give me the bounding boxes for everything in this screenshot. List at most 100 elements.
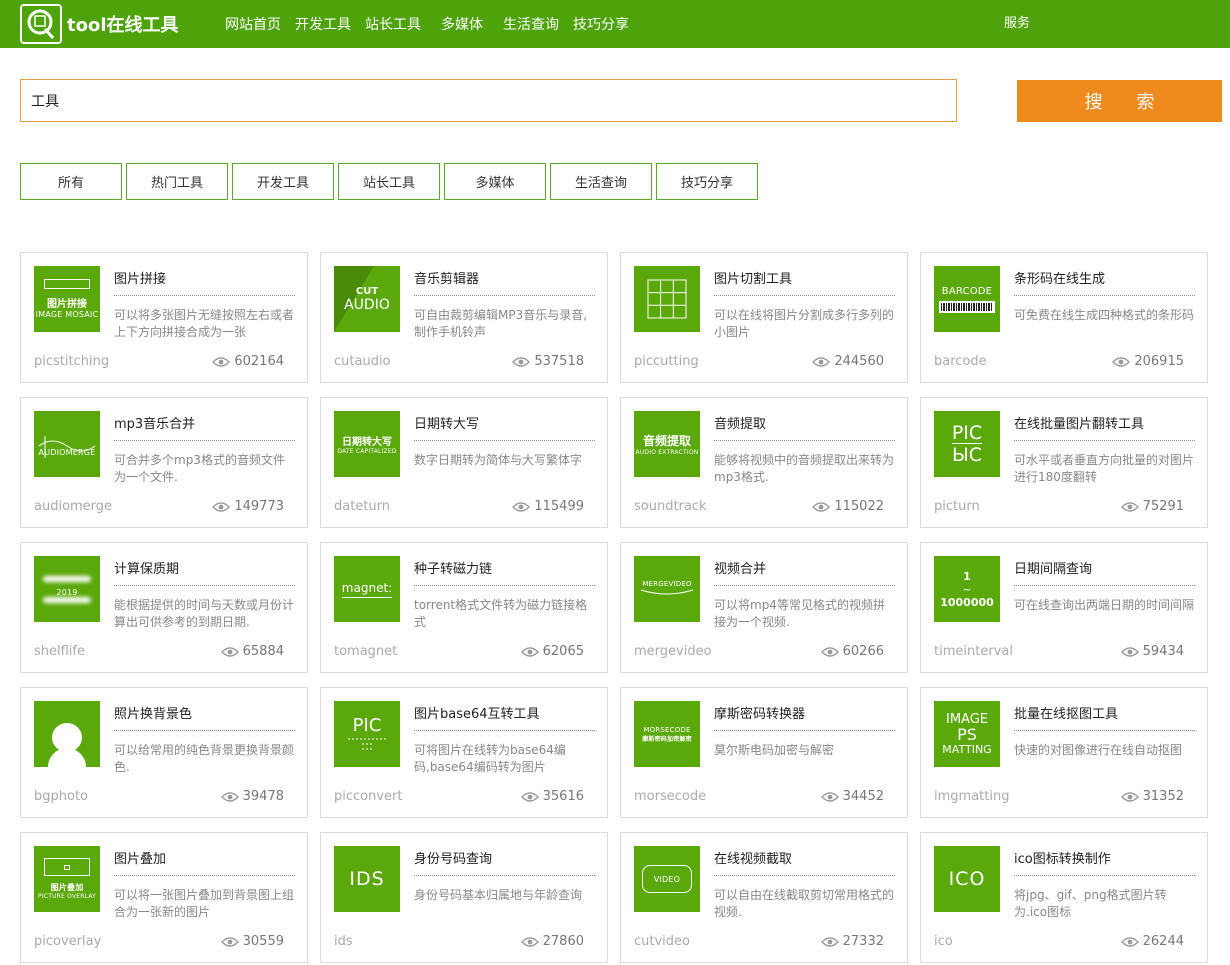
view-count-value: 65884 — [242, 644, 284, 659]
thumb-label: 1 — [963, 569, 971, 583]
view-count-value: 537518 — [534, 354, 584, 369]
site-logo[interactable]: tool在线工具 — [20, 4, 179, 44]
tool-card-picoverlay[interactable]: 图片叠加 PICTURE OVERLAY 图片叠加 可以将一张图片叠加到背景图上组合为… — [20, 832, 308, 963]
tool-card-picturn[interactable]: PIC ЫC 在线批量图片翻转工具 可水平或者垂直方向批量的对图片进行180度翻转 pi… — [920, 397, 1208, 528]
nav-dev-tools[interactable]: 开发工具 — [295, 14, 351, 34]
tool-title[interactable]: 日期转大写 — [414, 413, 479, 432]
thumb-label: 摩斯密码加密解密 — [642, 735, 692, 743]
divider — [1014, 585, 1195, 586]
thumb-label: DATE CAPITALIZED — [337, 448, 397, 455]
tool-card-barcode[interactable]: BARCODE 条形码在线生成 可免费在线生成四种格式的条形码 barcode 2069… — [920, 252, 1208, 383]
tool-title[interactable]: 视频合并 — [714, 558, 766, 577]
tool-slug: ids — [334, 934, 353, 949]
nav-home[interactable]: 网站首页 — [225, 14, 281, 34]
tool-card-audiomerge[interactable]: AUDIOMERGE mp3音乐合并 可合并多个mp3格式的音频文件为一个文件. au… — [20, 397, 308, 528]
divider — [1014, 295, 1195, 296]
nav-service[interactable]: 服务 — [1004, 12, 1030, 31]
divider — [114, 440, 295, 441]
tool-slug: cutvideo — [634, 934, 690, 949]
tool-card-soundtrack[interactable]: 音频提取 AUDIO EXTRACTION 音频提取 能够将视频中的音频提取出来转为m… — [620, 397, 908, 528]
tool-slug: dateturn — [334, 499, 391, 514]
tool-title[interactable]: ico图标转换制作 — [1014, 848, 1111, 867]
tool-card-cutvideo[interactable]: VIDEO 在线视频截取 可以自由在线截取剪切常用格式的视频. cutvideo 273… — [620, 832, 908, 963]
ids-icon: IDS — [334, 846, 400, 912]
tool-slug: picstitching — [34, 354, 110, 369]
tool-title[interactable]: 种子转磁力链 — [414, 558, 492, 577]
tool-card-ico[interactable]: ICO ico图标转换制作 将jpg、gif、png格式图片转为.ico图标 ico 2… — [920, 832, 1208, 963]
tool-card-ids[interactable]: IDS 身份号码查询 身份号码基本归属地与年龄查询 ids 27860 — [320, 832, 608, 963]
nav-webmaster-tools[interactable]: 站长工具 — [365, 14, 421, 34]
thumb-label: 图片拼接 — [47, 299, 87, 310]
eye-icon — [812, 501, 831, 512]
search-input[interactable]: 工具 — [20, 79, 957, 122]
view-count-value: 34452 — [842, 789, 884, 804]
view-count-value: 149773 — [234, 499, 284, 514]
tool-card-cutaudio[interactable]: CUT AUDIO 音乐剪辑器 可自由裁剪编辑MP3音乐与录音,制作手机铃声 cutau… — [320, 252, 608, 383]
eye-icon — [1120, 936, 1139, 947]
filter-webmaster-tools[interactable]: 站长工具 — [338, 163, 440, 200]
tool-title[interactable]: 图片叠加 — [114, 848, 166, 867]
thumb-label: ЫC — [951, 443, 983, 466]
tool-title[interactable]: 批量在线抠图工具 — [1014, 703, 1118, 722]
view-count-value: 26244 — [1142, 934, 1184, 949]
tool-title[interactable]: 图片切割工具 — [714, 268, 792, 287]
filter-dev-tools[interactable]: 开发工具 — [232, 163, 334, 200]
view-count-value: 27332 — [842, 934, 884, 949]
tool-title[interactable]: 在线视频截取 — [714, 848, 792, 867]
tool-card-timeinterval[interactable]: 1 ~1000000 日期间隔查询 可在线查询出两端日期的时间间隔 timeinterv… — [920, 542, 1208, 673]
tool-description: torrent格式文件转为磁力链接格式 — [414, 598, 588, 629]
tool-slug: imgmatting — [934, 789, 1010, 804]
morse-code-icon: MORSECODE 摩斯密码加密解密 — [634, 701, 700, 767]
tool-card-bgphoto[interactable]: 照片换背景色 可以给常用的纯色背景更换背景颜色. bgphoto 39478 — [20, 687, 308, 818]
divider — [714, 875, 895, 876]
nav-multimedia[interactable]: 多媒体 — [441, 14, 483, 34]
eye-icon — [520, 646, 539, 657]
eye-icon — [512, 501, 531, 512]
eye-icon — [220, 646, 239, 657]
tool-card-picstitching[interactable]: 图片拼接 IMAGE MOSAIC 图片拼接 可以将多张图片无缝按照左右或者上下方向拼… — [20, 252, 308, 383]
tool-title[interactable]: 摩斯密码转换器 — [714, 703, 805, 722]
tool-card-mergevideo[interactable]: MERGEVIDEO 视频合并 可以将mp4等常见格式的视频拼接为一个视频. merg… — [620, 542, 908, 673]
tool-card-picconvert[interactable]: PIC 图片base64互转工具 可将图片在线转为base64编码,base64编码… — [320, 687, 608, 818]
tool-title[interactable]: 计算保质期 — [114, 558, 179, 577]
view-count: 115499 — [512, 499, 584, 514]
search-button[interactable]: 搜 索 — [1017, 80, 1222, 122]
tool-title[interactable]: 日期间隔查询 — [1014, 558, 1092, 577]
filter-popular[interactable]: 热门工具 — [126, 163, 228, 200]
tool-card-imgmatting[interactable]: IMAGE PS MATTING 批量在线抠图工具 快速的对图像进行在线自动抠图 imgm… — [920, 687, 1208, 818]
filter-life-query[interactable]: 生活查询 — [550, 163, 652, 200]
tool-description: 可以将一张图片叠加到背景图上组合为一张新的图片 — [114, 888, 295, 919]
tool-title[interactable]: 音乐剪辑器 — [414, 268, 479, 287]
nav-tips[interactable]: 技巧分享 — [573, 14, 629, 34]
tool-title[interactable]: 照片换背景色 — [114, 703, 192, 722]
tool-title[interactable]: 图片拼接 — [114, 268, 166, 287]
merge-video-icon: MERGEVIDEO — [634, 556, 700, 622]
tool-card-piccutting[interactable]: 图片切割工具 可以在线将图片分割成多行多列的小图片 piccutting 244560 — [620, 252, 908, 383]
tool-slug: audiomerge — [34, 499, 113, 514]
nav-life-query[interactable]: 生活查询 — [503, 14, 559, 34]
eye-icon — [1120, 791, 1139, 802]
tool-description: 可在线查询出两端日期的时间间隔 — [1014, 598, 1195, 612]
thumb-label: PS — [957, 724, 977, 744]
filter-tips[interactable]: 技巧分享 — [656, 163, 758, 200]
tool-description: 身份号码基本归属地与年龄查询 — [414, 888, 583, 902]
filter-multimedia[interactable]: 多媒体 — [444, 163, 546, 200]
tool-title[interactable]: 身份号码查询 — [414, 848, 492, 867]
tool-title[interactable]: 在线批量图片翻转工具 — [1014, 413, 1144, 432]
tool-card-morsecode[interactable]: MORSECODE 摩斯密码加密解密 摩斯密码转换器 莫尔斯电码加密与解密 morsec… — [620, 687, 908, 818]
tool-card-shelflife[interactable]: 2019 计算保质期 能根据提供的时间与天数或月份计算出可供参考的到期日期. shel… — [20, 542, 308, 673]
tool-title[interactable]: 图片base64互转工具 — [414, 703, 540, 722]
view-count-value: 30559 — [242, 934, 284, 949]
tool-title[interactable]: 条形码在线生成 — [1014, 268, 1105, 287]
view-count: 602164 — [212, 354, 284, 369]
tool-card-tomagnet[interactable]: magnet: 种子转磁力链 torrent格式文件转为磁力链接格式 tomagnet… — [320, 542, 608, 673]
tool-title[interactable]: mp3音乐合并 — [114, 413, 195, 432]
filter-all[interactable]: 所有 — [20, 163, 122, 200]
barcode-icon: BARCODE — [934, 266, 1000, 332]
logo-q-icon — [20, 4, 62, 44]
divider — [114, 585, 295, 586]
tool-title[interactable]: 音频提取 — [714, 413, 766, 432]
tool-description: 能够将视频中的音频提取出来转为mp3格式. — [714, 453, 895, 484]
tool-card-dateturn[interactable]: 日期转大写 DATE CAPITALIZED 日期转大写 数字日期转为简体与大写繁体字… — [320, 397, 608, 528]
eye-icon — [520, 791, 539, 802]
